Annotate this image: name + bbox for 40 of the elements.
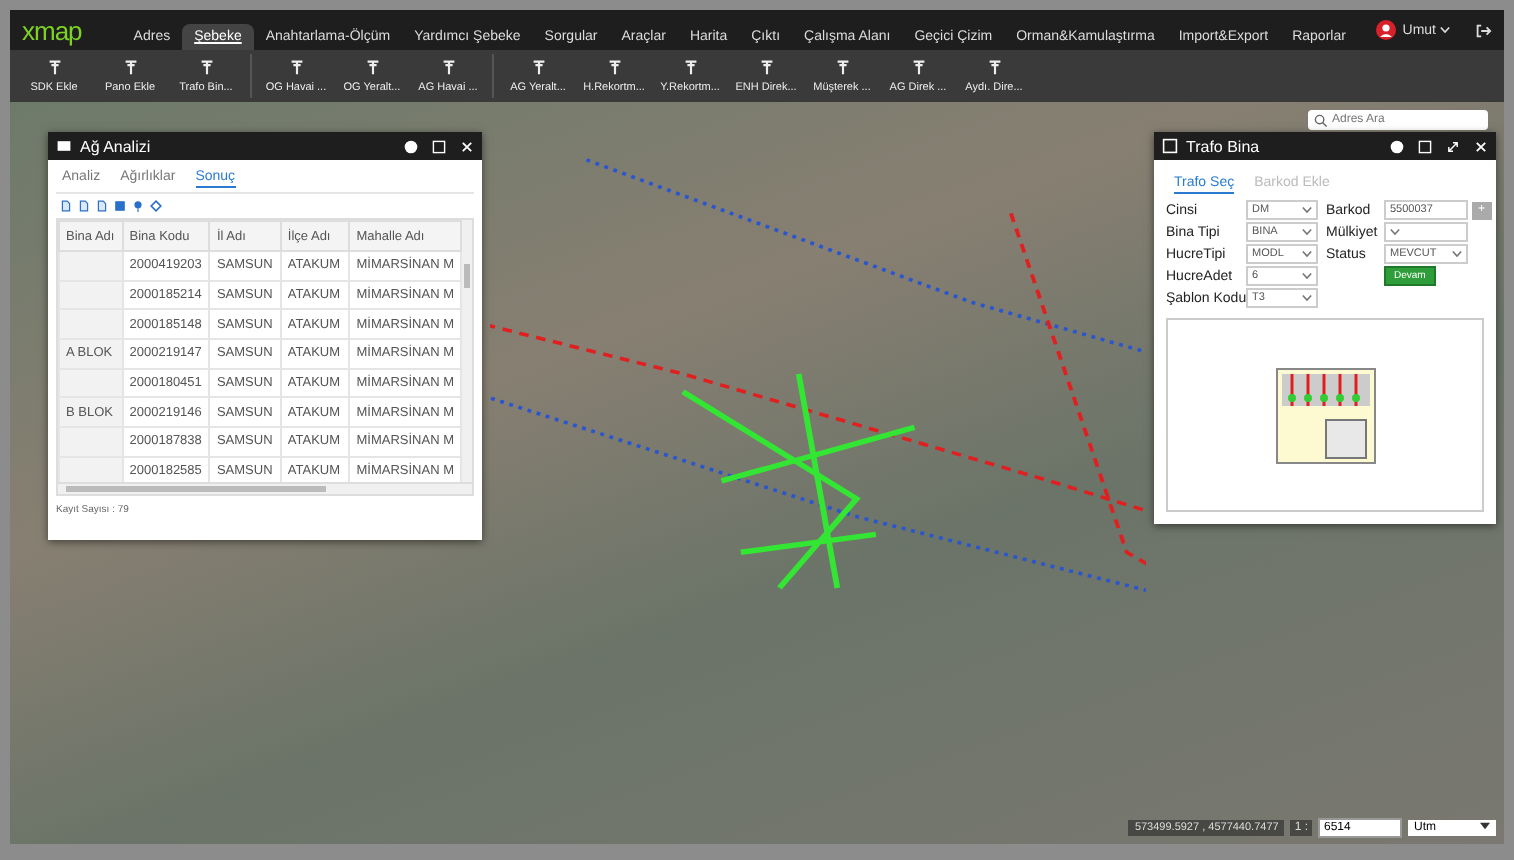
caret-icon bbox=[1302, 228, 1312, 236]
square-icon[interactable] bbox=[114, 200, 126, 212]
window-title: Trafo Bina bbox=[1186, 137, 1260, 155]
pole-icon bbox=[529, 58, 547, 76]
pole-icon bbox=[833, 58, 851, 76]
logout-icon[interactable] bbox=[1474, 21, 1492, 39]
window-icon bbox=[1162, 138, 1178, 154]
pole-icon bbox=[605, 58, 623, 76]
pole-icon bbox=[681, 58, 699, 76]
caret-icon[interactable] bbox=[1440, 26, 1450, 34]
pole-icon bbox=[197, 58, 215, 76]
pole-icon bbox=[439, 58, 457, 76]
app-logo: xmap bbox=[22, 15, 82, 45]
horizontal-scrollbar[interactable] bbox=[56, 484, 474, 496]
pole-icon bbox=[363, 58, 381, 76]
caret-icon bbox=[1452, 250, 1462, 258]
close-icon[interactable] bbox=[1474, 139, 1488, 153]
caret-icon bbox=[1390, 228, 1400, 236]
dropdown-field[interactable] bbox=[1384, 222, 1468, 242]
caret-icon bbox=[1302, 250, 1312, 258]
close-icon[interactable] bbox=[460, 139, 474, 153]
caret-icon bbox=[1302, 294, 1312, 302]
pole-icon bbox=[909, 58, 927, 76]
pole-icon bbox=[287, 58, 305, 76]
pole-icon bbox=[45, 58, 63, 76]
aerial-map-placeholder[interactable] bbox=[10, 102, 1504, 844]
pole-icon bbox=[985, 58, 1003, 76]
pole-icon bbox=[757, 58, 775, 76]
vertical-scrollbar[interactable] bbox=[462, 220, 472, 482]
caret-icon bbox=[1480, 822, 1490, 830]
caret-icon bbox=[1302, 206, 1312, 214]
pin-icon[interactable] bbox=[132, 200, 144, 212]
user-avatar-icon[interactable] bbox=[1376, 20, 1397, 40]
window-icon bbox=[56, 138, 72, 154]
window-title: Ağ Analizi bbox=[80, 137, 151, 155]
search-icon bbox=[1314, 113, 1328, 127]
caret-icon bbox=[1302, 272, 1312, 280]
expand-icon[interactable] bbox=[1446, 139, 1460, 153]
transformer-cell-drawing bbox=[1275, 367, 1375, 463]
pole-icon bbox=[121, 58, 139, 76]
